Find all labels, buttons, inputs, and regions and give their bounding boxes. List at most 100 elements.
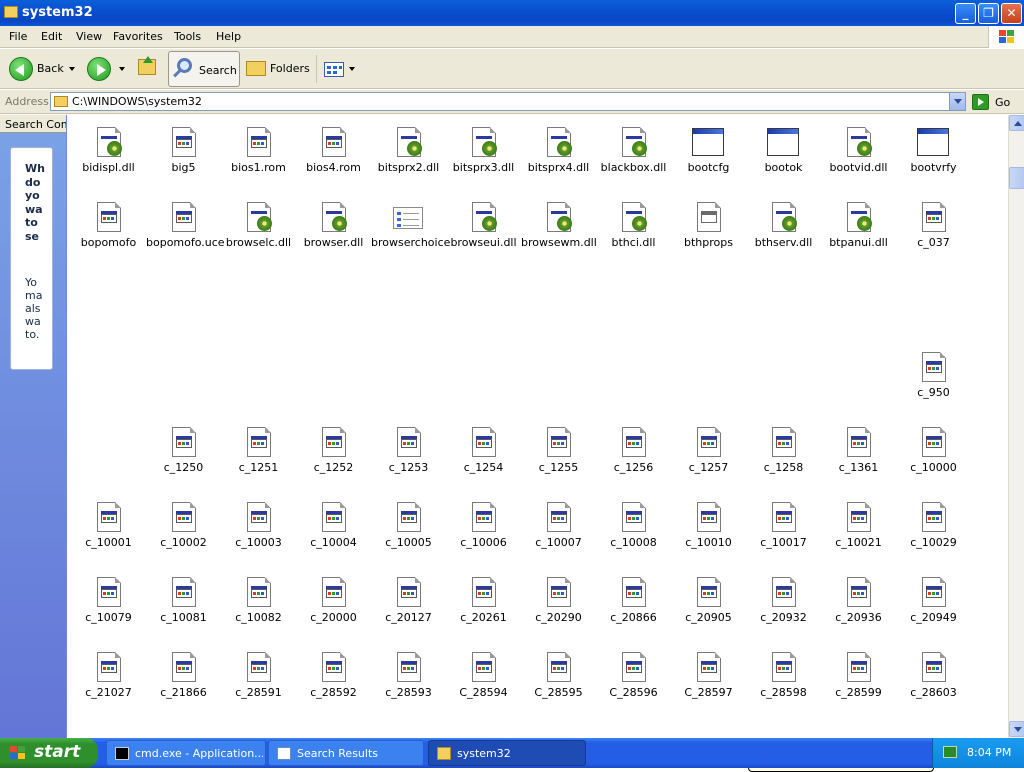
file-item[interactable]: big5 [146, 126, 221, 196]
restore-button[interactable]: ❐ [978, 3, 999, 24]
file-item[interactable]: browserchoice [371, 201, 450, 271]
search-companion-tab[interactable]: Search Companion [0, 115, 66, 133]
network-icon[interactable] [943, 746, 957, 758]
file-item[interactable]: C_28596 [596, 651, 671, 721]
file-item[interactable]: c_1257 [671, 426, 746, 496]
taskbar-item-search-results[interactable]: Search Results [268, 740, 424, 766]
file-item[interactable]: c_037 [896, 201, 971, 271]
file-item[interactable]: bthserv.dll [746, 201, 821, 271]
start-button[interactable]: start [0, 738, 98, 768]
address-dropdown-button[interactable] [949, 93, 965, 110]
file-item[interactable]: c_28591 [221, 651, 296, 721]
search-button[interactable]: Search [168, 51, 240, 87]
file-item[interactable]: bopomofo [71, 201, 146, 271]
file-item[interactable]: bthci.dll [596, 201, 671, 271]
file-item[interactable]: c_1252 [296, 426, 371, 496]
file-item[interactable]: c_20949 [896, 576, 971, 646]
address-field[interactable]: C:\WINDOWS\system32 [50, 92, 966, 111]
file-item[interactable]: browseui.dll [446, 201, 521, 271]
forward-button[interactable] [86, 53, 128, 85]
file-item[interactable]: C_28597 [671, 651, 746, 721]
file-item[interactable]: c_10010 [671, 501, 746, 571]
file-item[interactable]: bootcfg [671, 126, 746, 196]
file-item[interactable]: c_21027 [71, 651, 146, 721]
menu-file[interactable]: File [9, 30, 27, 43]
file-item[interactable]: c_1254 [446, 426, 521, 496]
file-item[interactable]: C_28595 [521, 651, 596, 721]
scroll-down-button[interactable] [1009, 721, 1024, 737]
file-item[interactable]: c_1258 [746, 426, 821, 496]
file-item[interactable]: c_20936 [821, 576, 896, 646]
file-item[interactable]: c_10003 [221, 501, 296, 571]
file-item[interactable]: browsewm.dll [521, 201, 597, 271]
file-item[interactable]: c_28599 [821, 651, 896, 721]
file-item[interactable]: bthprops [671, 201, 746, 271]
file-item[interactable]: c_10004 [296, 501, 371, 571]
file-item[interactable]: bidispl.dll [71, 126, 146, 196]
file-item[interactable]: c_10006 [446, 501, 521, 571]
file-item[interactable]: bootvid.dll [821, 126, 896, 196]
scroll-thumb[interactable] [1009, 167, 1024, 189]
menu-favorites[interactable]: Favorites [113, 30, 163, 43]
search-card[interactable]: Wh do yo wa to se Yo ma als wa to. [10, 147, 53, 370]
file-item[interactable]: c_20932 [746, 576, 821, 646]
go-button[interactable]: Go [972, 93, 1022, 111]
file-item[interactable]: c_20000 [296, 576, 371, 646]
file-item[interactable]: c_1250 [146, 426, 221, 496]
file-item[interactable]: c_28603 [896, 651, 971, 721]
menu-view[interactable]: View [76, 30, 102, 43]
file-item[interactable]: c_10017 [746, 501, 821, 571]
file-item[interactable]: btpanui.dll [821, 201, 896, 271]
file-item[interactable]: C_28594 [446, 651, 521, 721]
file-item[interactable]: c_950 [896, 351, 971, 421]
up-folder-button[interactable] [136, 53, 160, 85]
file-item[interactable]: c_10002 [146, 501, 221, 571]
file-item[interactable]: bootok [746, 126, 821, 196]
file-item[interactable]: c_20866 [596, 576, 671, 646]
file-item[interactable]: c_10001 [71, 501, 146, 571]
file-item[interactable]: bootvrfy [896, 126, 971, 196]
taskbar-item-system32[interactable]: system32 [428, 740, 586, 766]
taskbar-item-cmd[interactable]: cmd.exe - Application... [106, 740, 266, 766]
file-item[interactable]: c_1255 [521, 426, 596, 496]
folders-button[interactable]: Folders [244, 53, 310, 85]
file-item[interactable]: c_20261 [446, 576, 521, 646]
menu-help[interactable]: Help [216, 30, 241, 43]
file-item[interactable]: c_28593 [371, 651, 446, 721]
file-list[interactable]: bidispl.dll big5 bios1.rom bios4.rom bitsprx… [66, 115, 1008, 738]
file-item[interactable]: bios4.rom [296, 126, 371, 196]
file-item[interactable]: c_20905 [671, 576, 746, 646]
file-item[interactable]: c_28592 [296, 651, 371, 721]
file-item[interactable]: bitsprx3.dll [446, 126, 521, 196]
file-item[interactable]: c_10008 [596, 501, 671, 571]
file-item[interactable]: browser.dll [296, 201, 371, 271]
file-item[interactable]: bopomofo.uce [146, 201, 225, 271]
file-item[interactable]: browselc.dll [221, 201, 296, 271]
file-item[interactable]: c_1361 [821, 426, 896, 496]
file-item[interactable]: c_10081 [146, 576, 221, 646]
file-item[interactable]: c_28598 [746, 651, 821, 721]
file-item[interactable]: c_20127 [371, 576, 446, 646]
file-item[interactable]: c_20290 [521, 576, 596, 646]
file-item[interactable]: c_10021 [821, 501, 896, 571]
file-item[interactable]: c_10079 [71, 576, 146, 646]
vertical-scrollbar[interactable] [1008, 115, 1024, 738]
file-item[interactable]: c_10005 [371, 501, 446, 571]
menu-edit[interactable]: Edit [41, 30, 62, 43]
file-item[interactable]: c_1256 [596, 426, 671, 496]
file-item[interactable]: c_10029 [896, 501, 971, 571]
close-button[interactable]: ✕ [1001, 3, 1022, 24]
file-item[interactable]: bitsprx4.dll [521, 126, 596, 196]
file-item[interactable]: c_21866 [146, 651, 221, 721]
file-item[interactable]: c_10082 [221, 576, 296, 646]
file-item[interactable]: c_10007 [521, 501, 596, 571]
file-item[interactable]: c_1251 [221, 426, 296, 496]
views-button[interactable] [322, 53, 356, 85]
scroll-up-button[interactable] [1009, 115, 1024, 131]
file-item[interactable]: bios1.rom [221, 126, 296, 196]
minimize-button[interactable]: _ [955, 3, 976, 24]
file-item[interactable]: blackbox.dll [596, 126, 671, 196]
title-bar[interactable]: system32 _ ❐ ✕ [0, 0, 1024, 26]
back-button[interactable]: Back [6, 53, 80, 85]
file-item[interactable]: c_1253 [371, 426, 446, 496]
